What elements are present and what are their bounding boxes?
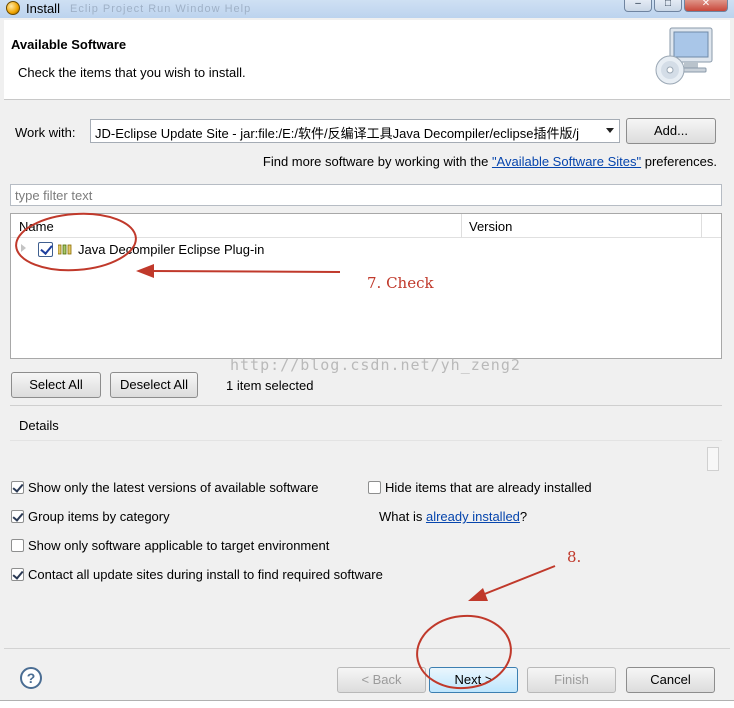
annotation-step8: 8. [567, 548, 582, 566]
annotation-circle-checkbox [15, 212, 137, 272]
annotation-arrowhead [468, 588, 488, 601]
annotation-arrow-line [149, 270, 341, 273]
annotation-circle-next [416, 614, 512, 690]
annotation-overlay [15, 212, 556, 690]
annotation-arrow-line [481, 565, 556, 596]
annotation-step7: 7. Check [367, 274, 434, 292]
window-bottom-edge [0, 700, 734, 708]
annotation-arrowhead [136, 264, 154, 278]
